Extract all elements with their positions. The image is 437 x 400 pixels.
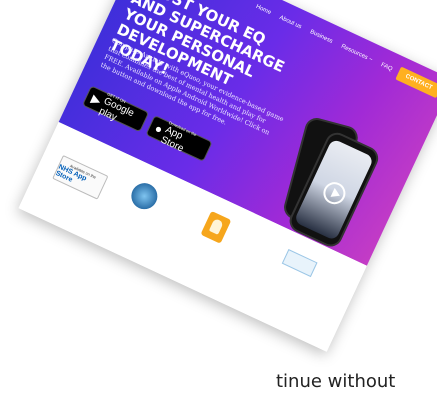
google-play-button[interactable]: ▶ GET IT ON Google play [81, 85, 150, 133]
nav-item-business[interactable]: Business [309, 29, 334, 45]
award-crest-icon [127, 178, 162, 214]
play-video-icon[interactable] [319, 178, 350, 208]
contact-button[interactable]: CONTACT [395, 66, 437, 99]
orange-app-icon [200, 210, 232, 244]
google-play-label: Google play [97, 95, 136, 123]
website-screenshot-card: equoo Home About us Business Resources ~… [18, 0, 437, 352]
nav-item-resources[interactable]: Resources ~ [340, 44, 373, 64]
nav-item-about[interactable]: About us [278, 15, 302, 30]
nav-item-faq[interactable]: FAQ [380, 62, 393, 73]
background-text-line-2: tinue without [276, 371, 396, 392]
app-store-button[interactable]: ● Download on the App Store [145, 114, 213, 162]
blue-certification-badge [281, 249, 318, 278]
nav-item-home[interactable]: Home [255, 4, 272, 16]
nhs-app-store-badge[interactable]: Available on the NHS App Store [52, 154, 109, 200]
